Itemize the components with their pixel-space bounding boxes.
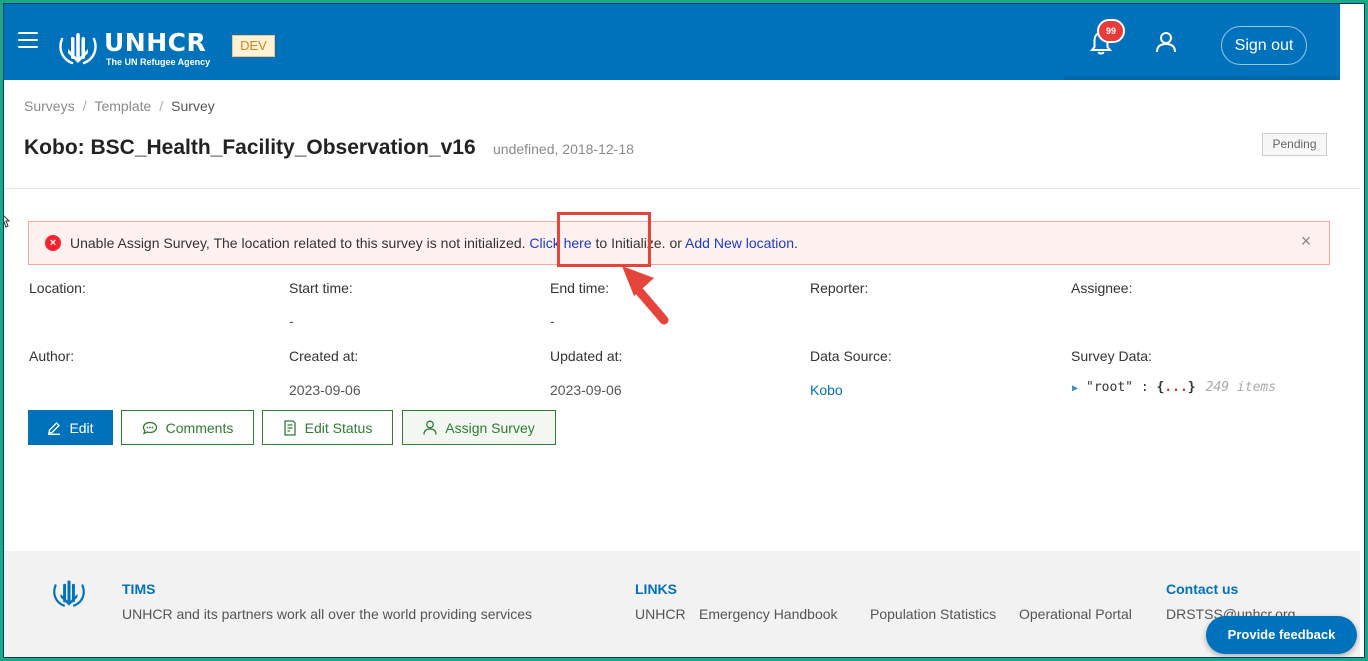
reporter-label: Reporter: bbox=[810, 280, 869, 296]
start-time-label: Start time: bbox=[289, 280, 353, 296]
comments-button[interactable]: Comments bbox=[121, 410, 254, 445]
footer-tims-text: UNHCR and its partners work all over the… bbox=[122, 606, 533, 622]
header-divider bbox=[4, 188, 1360, 189]
document-edit-icon bbox=[283, 419, 296, 436]
environment-badge: DEV bbox=[232, 35, 275, 57]
created-at-label: Created at: bbox=[289, 348, 359, 364]
json-root-key: "root" bbox=[1086, 380, 1133, 395]
pencil-icon bbox=[48, 421, 61, 435]
add-new-location-link[interactable]: Add New location. bbox=[685, 235, 798, 251]
breadcrumb-separator: / bbox=[82, 98, 87, 114]
edit-button[interactable]: Edit bbox=[28, 410, 113, 445]
location-label: Location: bbox=[29, 280, 86, 296]
header-scroll-gap bbox=[1340, 4, 1364, 80]
edit-status-button[interactable]: Edit Status bbox=[262, 410, 393, 445]
footer-link-population-statistics[interactable]: Population Statistics bbox=[870, 606, 996, 622]
page-meta: undefined, 2018-12-18 bbox=[493, 141, 634, 157]
page-title: Kobo: BSC_Health_Facility_Observation_v1… bbox=[24, 136, 476, 159]
assignee-label: Assignee: bbox=[1071, 280, 1133, 296]
updated-at-label: Updated at: bbox=[550, 348, 623, 364]
annotation-highlight-box bbox=[557, 212, 651, 267]
breadcrumb-template[interactable]: Template bbox=[94, 98, 151, 114]
json-close-brace: } bbox=[1187, 380, 1196, 395]
breadcrumb-surveys[interactable]: Surveys bbox=[24, 98, 75, 114]
survey-data-json-viewer[interactable]: ▶ "root" : {...} 249 items bbox=[1072, 380, 1276, 395]
start-time-value: - bbox=[289, 313, 294, 329]
mouse-cursor-icon bbox=[0, 212, 10, 228]
edit-status-button-label: Edit Status bbox=[304, 419, 373, 436]
provide-feedback-button[interactable]: Provide feedback bbox=[1206, 616, 1357, 654]
footer-link-emergency-handbook[interactable]: Emergency Handbook bbox=[699, 606, 838, 622]
data-source-label: Data Source: bbox=[810, 348, 892, 364]
json-ellipsis[interactable]: ... bbox=[1164, 380, 1187, 395]
alert-text-before: Unable Assign Survey, The location relat… bbox=[70, 235, 526, 251]
footer-contact-heading: Contact us bbox=[1166, 581, 1239, 597]
updated-at-value: 2023-09-06 bbox=[550, 382, 622, 398]
end-time-label: End time: bbox=[550, 280, 610, 296]
header-underline bbox=[1064, 76, 1340, 80]
survey-data-label: Survey Data: bbox=[1071, 348, 1152, 364]
data-source-link[interactable]: Kobo bbox=[810, 382, 843, 398]
assign-survey-button[interactable]: Assign Survey bbox=[402, 410, 556, 445]
assign-survey-button-label: Assign Survey bbox=[445, 419, 535, 436]
error-icon: × bbox=[45, 235, 61, 251]
json-colon: : bbox=[1140, 380, 1149, 395]
unhcr-footer-logo-icon bbox=[53, 580, 85, 607]
user-icon bbox=[423, 420, 437, 435]
breadcrumb-survey: Survey bbox=[171, 98, 215, 114]
notification-count-badge[interactable]: 99 bbox=[1097, 19, 1125, 43]
author-label: Author: bbox=[29, 348, 75, 364]
annotation-arrow-icon bbox=[622, 266, 669, 325]
alert-message: Unable Assign Survey, The location relat… bbox=[70, 235, 798, 251]
json-item-count: 249 items bbox=[1205, 380, 1277, 395]
status-badge: Pending bbox=[1262, 133, 1327, 156]
footer bbox=[4, 551, 1360, 657]
logo-text[interactable]: UNHCR bbox=[104, 30, 206, 56]
edit-button-label: Edit bbox=[69, 419, 94, 436]
hamburger-menu-icon[interactable] bbox=[18, 32, 38, 50]
unhcr-logo-icon[interactable] bbox=[56, 29, 100, 67]
breadcrumb: Surveys / Template / Survey bbox=[24, 98, 215, 114]
end-time-value: - bbox=[550, 313, 555, 329]
footer-link-operational-portal[interactable]: Operational Portal bbox=[1019, 606, 1132, 622]
expand-caret-icon[interactable]: ▶ bbox=[1072, 383, 1078, 394]
breadcrumb-separator: / bbox=[159, 98, 164, 114]
logo-subtitle: The UN Refugee Agency bbox=[106, 57, 211, 67]
close-icon[interactable]: × bbox=[1298, 232, 1314, 250]
sign-out-button[interactable]: Sign out bbox=[1221, 26, 1307, 65]
footer-links-heading: LINKS bbox=[635, 581, 677, 597]
footer-link-unhcr[interactable]: UNHCR bbox=[635, 606, 686, 622]
user-profile-icon[interactable] bbox=[1155, 31, 1177, 53]
comment-icon bbox=[142, 421, 157, 435]
footer-tims-heading: TIMS bbox=[122, 581, 156, 597]
comments-button-label: Comments bbox=[165, 419, 234, 436]
created-at-value: 2023-09-06 bbox=[289, 382, 361, 398]
